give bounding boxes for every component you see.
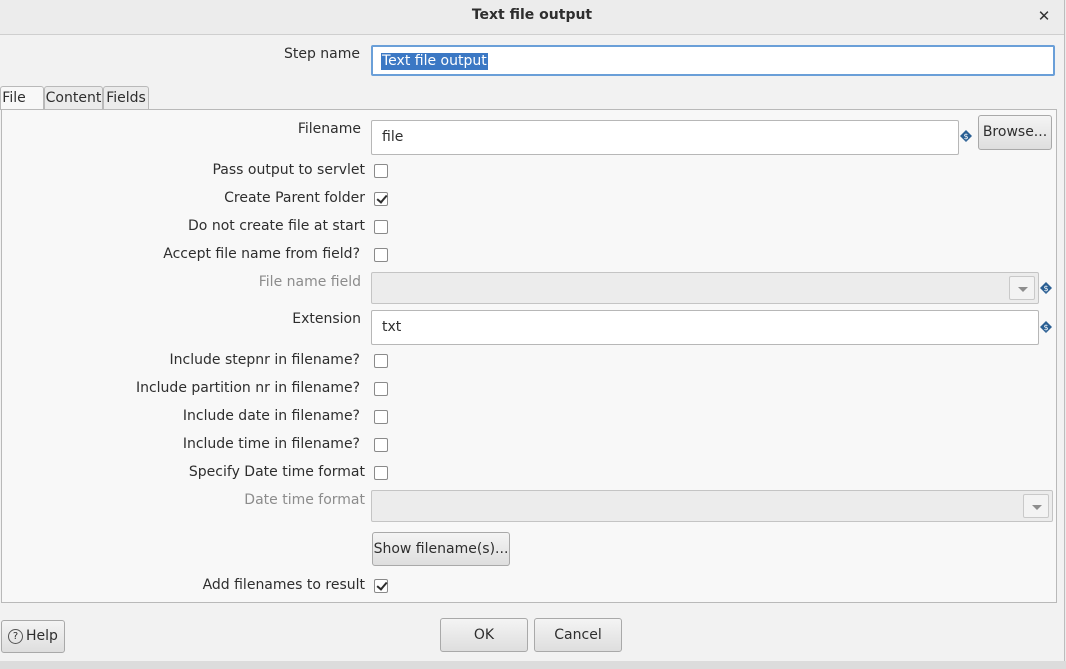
- include-partition-nr-label: Include partition nr in filename?: [135, 380, 360, 396]
- pass-output-to-servlet-checkbox[interactable]: [374, 164, 388, 178]
- variable-icon[interactable]: $: [1040, 282, 1052, 294]
- step-name-value: Text file output: [381, 53, 488, 70]
- include-stepnr-label: Include stepnr in filename?: [169, 352, 360, 368]
- variable-icon[interactable]: $: [1040, 321, 1052, 333]
- include-date-checkbox[interactable]: [374, 410, 388, 424]
- accept-file-name-label: Accept file name from field?: [163, 246, 360, 262]
- pass-output-to-servlet-label: Pass output to servlet: [212, 162, 365, 178]
- date-time-format-combo[interactable]: [371, 490, 1053, 522]
- cancel-button[interactable]: Cancel: [534, 618, 622, 652]
- do-not-create-file-checkbox[interactable]: [374, 220, 388, 234]
- tab-fields[interactable]: Fields: [103, 86, 149, 109]
- dialog-title: Text file output: [471, 7, 593, 23]
- date-time-format-label: Date time format: [244, 492, 365, 508]
- add-filenames-to-result-label: Add filenames to result: [202, 577, 365, 593]
- close-icon[interactable]: ✕: [1034, 5, 1054, 27]
- filename-value: file: [382, 129, 404, 145]
- background-window-edge: [0, 661, 1066, 669]
- include-stepnr-checkbox[interactable]: [374, 354, 388, 368]
- chevron-down-icon[interactable]: [1009, 276, 1035, 300]
- create-parent-folder-checkbox[interactable]: [374, 192, 388, 206]
- step-name-input[interactable]: Text file output: [371, 45, 1055, 76]
- svg-text:$: $: [1043, 323, 1048, 332]
- tab-content-label: Content: [45, 90, 102, 106]
- chevron-down-icon[interactable]: [1023, 494, 1049, 518]
- include-time-label: Include time in filename?: [182, 436, 360, 452]
- specify-date-time-format-checkbox[interactable]: [374, 466, 388, 480]
- file-name-field-label: File name field: [258, 274, 361, 290]
- tab-file-label: File: [2, 90, 26, 106]
- svg-text:$: $: [963, 132, 968, 141]
- help-icon: ?: [8, 629, 24, 644]
- filename-input[interactable]: file: [371, 120, 959, 155]
- file-name-field-combo[interactable]: [371, 272, 1039, 304]
- include-time-checkbox[interactable]: [374, 438, 388, 452]
- extension-input[interactable]: txt: [371, 310, 1039, 345]
- tab-content[interactable]: Content: [44, 86, 103, 109]
- file-tab-panel: [1, 109, 1057, 603]
- include-date-label: Include date in filename?: [182, 408, 360, 424]
- accept-file-name-checkbox[interactable]: [374, 248, 388, 262]
- tab-file[interactable]: File: [0, 86, 44, 110]
- do-not-create-file-label: Do not create file at start: [188, 218, 365, 234]
- filename-label: Filename: [297, 121, 361, 137]
- specify-date-time-format-label: Specify Date time format: [188, 464, 365, 480]
- svg-text:$: $: [1043, 284, 1048, 293]
- browse-button[interactable]: Browse...: [978, 115, 1052, 150]
- step-name-label: Step name: [283, 46, 360, 62]
- ok-button[interactable]: OK: [440, 618, 528, 652]
- title-bar: Text file output ✕: [0, 0, 1064, 35]
- text-file-output-dialog: Text file output ✕ Step name Text file o…: [0, 0, 1065, 662]
- create-parent-folder-label: Create Parent folder: [224, 190, 365, 206]
- show-filenames-button[interactable]: Show filename(s)...: [372, 532, 510, 566]
- add-filenames-to-result-checkbox[interactable]: [374, 579, 388, 593]
- help-button[interactable]: ? Help: [1, 620, 65, 653]
- variable-icon[interactable]: $: [960, 130, 972, 142]
- tab-fields-label: Fields: [106, 90, 146, 106]
- help-button-label: Help: [26, 628, 58, 644]
- include-partition-nr-checkbox[interactable]: [374, 382, 388, 396]
- extension-value: txt: [382, 319, 402, 335]
- extension-label: Extension: [292, 311, 361, 327]
